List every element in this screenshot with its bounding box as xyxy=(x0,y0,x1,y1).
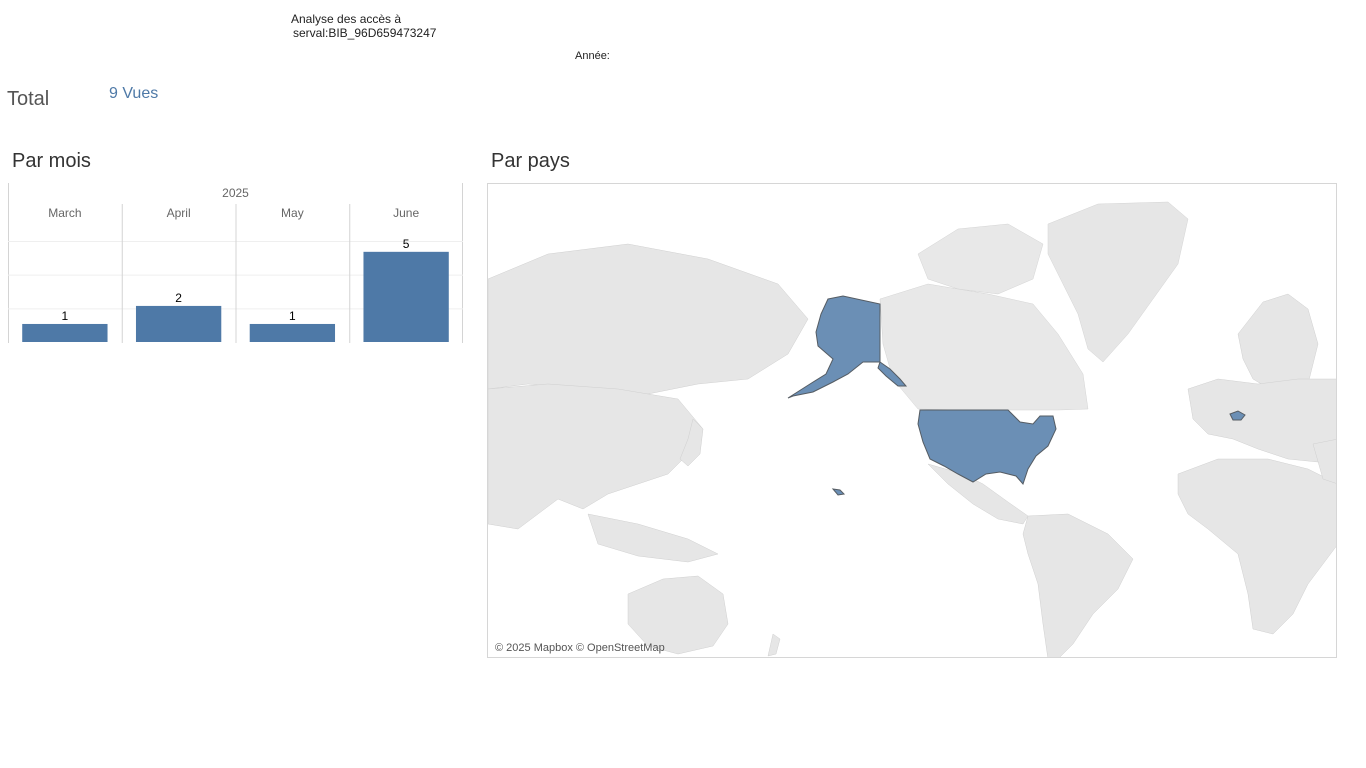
total-label: Total xyxy=(7,88,50,110)
country-map[interactable] xyxy=(487,183,1337,658)
chart-month-label: June xyxy=(393,206,419,220)
chart-year-label: 2025 xyxy=(222,186,249,200)
chart-bar-april[interactable] xyxy=(135,305,222,342)
land-greenland xyxy=(1047,201,1189,363)
by-month-title: Par mois xyxy=(12,150,91,172)
chart-data-label: 5 xyxy=(403,237,410,251)
by-country-title: Par pays xyxy=(491,150,570,172)
chart-bar-june[interactable] xyxy=(363,251,449,342)
monthly-bar-chart[interactable]: 2025 March 1 April 2 May 1 June 5 xyxy=(8,183,463,343)
chart-month-label: April xyxy=(167,206,191,220)
land-africa xyxy=(1177,458,1336,635)
chart-data-label: 1 xyxy=(62,309,69,323)
chart-month-label: May xyxy=(281,206,304,220)
year-filter-label[interactable]: Année: xyxy=(575,50,610,62)
land-europe xyxy=(1187,378,1336,465)
land-canada xyxy=(879,283,1089,411)
land-russia xyxy=(488,243,809,395)
map-attribution[interactable]: © 2025 Mapbox © OpenStreetMap xyxy=(495,642,665,654)
country-usa-alaska[interactable] xyxy=(787,295,881,399)
total-views-value: 9 Vues xyxy=(109,85,159,102)
land-new-zealand xyxy=(767,633,781,657)
land-indonesia xyxy=(587,513,719,563)
land-arctic-islands xyxy=(917,223,1044,295)
world-map-svg xyxy=(488,201,1336,657)
country-usa-hawaii[interactable] xyxy=(831,488,846,496)
monthly-bar-chart-svg: 2025 March 1 April 2 May 1 June 5 xyxy=(8,183,463,343)
chart-month-label: March xyxy=(48,206,81,220)
chart-data-label: 1 xyxy=(289,309,296,323)
land-asia xyxy=(488,383,704,530)
chart-data-label: 2 xyxy=(175,291,182,305)
chart-bar-march[interactable] xyxy=(22,323,108,342)
page-title-line-1: Analyse des accès à xyxy=(291,12,402,26)
land-south-america xyxy=(1022,513,1134,657)
page-title-line-2: serval:BIB_96D659473247 xyxy=(293,26,437,40)
chart-bar-may[interactable] xyxy=(249,323,336,342)
